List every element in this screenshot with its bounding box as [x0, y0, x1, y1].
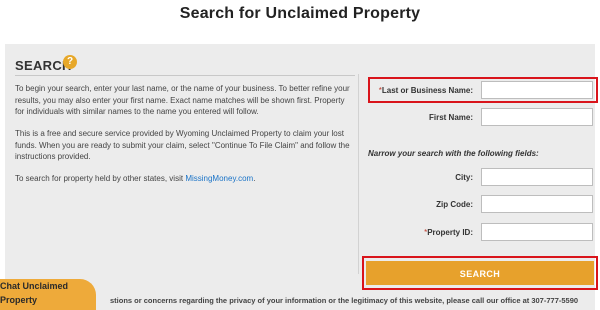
- zip-code-input[interactable]: [481, 195, 593, 213]
- other-states-suffix: .: [253, 174, 256, 183]
- other-states-text: To search for property held by other sta…: [15, 174, 186, 183]
- first-name-label: First Name:: [428, 113, 473, 122]
- city-label: City:: [455, 173, 473, 182]
- chat-widget-tab[interactable]: Chat Unclaimed Property: [0, 279, 96, 310]
- other-states-paragraph: To search for property held by other sta…: [15, 173, 355, 185]
- heading-divider: [15, 75, 355, 76]
- page-title: Search for Unclaimed Property: [179, 5, 421, 22]
- property-id-input[interactable]: [481, 223, 593, 241]
- instructions-paragraph: To begin your search, enter your last na…: [15, 84, 350, 116]
- property-id-label: *Property ID:: [424, 228, 473, 237]
- missingmoney-link[interactable]: MissingMoney.com: [185, 174, 253, 183]
- question-icon[interactable]: ?: [63, 55, 77, 69]
- last-name-label: *Last or Business Name:: [378, 86, 473, 95]
- privacy-note: stions or concerns regarding the privacy…: [110, 296, 579, 305]
- city-input[interactable]: [481, 168, 593, 186]
- last-name-input[interactable]: [481, 81, 593, 99]
- search-button[interactable]: SEARCH: [366, 261, 594, 285]
- first-name-input[interactable]: [481, 108, 593, 126]
- chat-label[interactable]: Chat Unclaimed Property: [0, 279, 84, 307]
- search-panel: SEARCH ? To begin your search, enter you…: [5, 44, 598, 310]
- service-paragraph: This is a free and secure service provid…: [15, 129, 350, 161]
- narrow-search-text: Narrow your search with the following fi…: [368, 149, 539, 158]
- zip-code-label: Zip Code:: [436, 200, 473, 209]
